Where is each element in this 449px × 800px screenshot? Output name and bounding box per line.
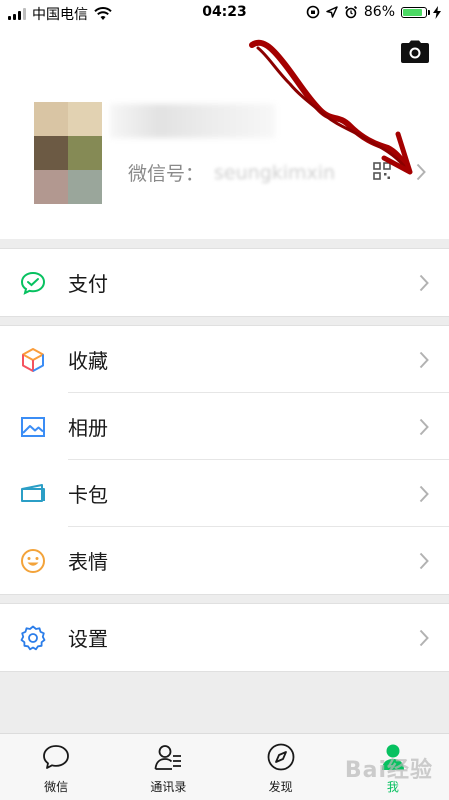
- battery-percent: 86%: [363, 4, 395, 20]
- favorites-cube-icon: [22, 348, 44, 372]
- chevron-right-icon: [416, 163, 426, 181]
- battery-icon: [401, 6, 430, 18]
- wechat-id-value: seungkimxin: [214, 161, 336, 184]
- menu-item-favorites[interactable]: 收藏: [0, 326, 449, 393]
- card-package-icon: [21, 484, 45, 502]
- status-bar: 中国电信 04:23 86%: [0, 0, 449, 26]
- wechat-id-label: 微信号：: [128, 163, 205, 185]
- charging-bolt-icon: [433, 5, 441, 19]
- alarm-icon: [344, 5, 357, 19]
- menu-item-pay[interactable]: 支付: [0, 249, 449, 316]
- menu-label-card-package: 卡包: [68, 483, 108, 507]
- chevron-right-icon: [419, 629, 429, 647]
- chevron-right-icon: [419, 418, 429, 436]
- wechat-id-row: 微信号： seungkimxin: [128, 159, 335, 186]
- album-icon: [21, 417, 45, 437]
- menu-label-favorites: 收藏: [68, 349, 108, 373]
- menu-item-album[interactable]: 相册: [0, 393, 449, 460]
- compass-icon: [267, 743, 295, 771]
- chevron-right-icon: [419, 351, 429, 369]
- menu-group-pay: 支付: [0, 248, 449, 317]
- tab-label-contacts: 通讯录: [150, 780, 187, 794]
- tab-discover[interactable]: 发现: [225, 734, 337, 800]
- orientation-lock-icon: [306, 5, 320, 19]
- nickname-blurred: [110, 104, 275, 138]
- menu-label-settings: 设置: [68, 627, 108, 651]
- avatar[interactable]: [34, 102, 102, 204]
- menu-item-stickers[interactable]: 表情: [0, 527, 449, 594]
- wechat-pay-icon: [20, 271, 46, 295]
- chat-bubble-icon: [43, 745, 70, 769]
- menu-group-settings: 设置: [0, 603, 449, 672]
- tab-contacts[interactable]: 通讯录: [112, 734, 224, 800]
- camera-icon[interactable]: [400, 40, 430, 64]
- chevron-right-icon: [419, 485, 429, 503]
- status-right: 86%: [306, 4, 441, 20]
- gear-icon: [20, 625, 46, 651]
- contacts-icon: [154, 745, 182, 770]
- menu-label-stickers: 表情: [68, 550, 108, 574]
- tab-chats[interactable]: 微信: [0, 734, 112, 800]
- menu-label-album: 相册: [68, 416, 108, 440]
- profile-header[interactable]: 微信号： seungkimxin: [0, 26, 449, 239]
- chevron-right-icon: [419, 552, 429, 570]
- menu-label-pay: 支付: [68, 272, 108, 296]
- menu-item-card-package[interactable]: 卡包: [0, 460, 449, 527]
- qr-code-icon[interactable]: [373, 162, 391, 180]
- smiley-icon: [21, 549, 45, 573]
- location-icon: [326, 6, 338, 18]
- watermark: Bai经验: [344, 758, 433, 783]
- menu-item-settings[interactable]: 设置: [0, 604, 449, 671]
- tab-label-chats: 微信: [44, 780, 69, 794]
- tab-label-discover: 发现: [268, 780, 293, 794]
- chevron-right-icon: [419, 274, 429, 292]
- menu-group-main: 收藏 相册 卡包 表情: [0, 325, 449, 595]
